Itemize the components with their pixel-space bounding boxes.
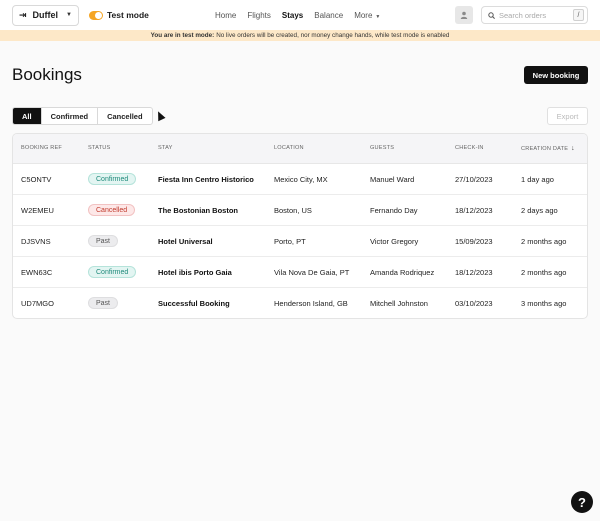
check-in-date: 27/10/2023 bbox=[455, 175, 493, 184]
location: Vila Nova De Gaia, PT bbox=[274, 268, 350, 277]
toggle-switch[interactable] bbox=[89, 10, 103, 20]
table-row[interactable]: W2EMEU Cancelled The Bostonian Boston Bo… bbox=[13, 195, 587, 226]
test-mode-toggle[interactable]: Test mode bbox=[89, 10, 149, 20]
location: Mexico City, MX bbox=[274, 175, 328, 184]
top-bar: ⇥ Duffel ▼ Test mode Home Flights Stays … bbox=[0, 0, 600, 30]
check-in-date: 18/12/2023 bbox=[455, 206, 493, 215]
org-switcher[interactable]: ⇥ Duffel ▼ bbox=[12, 4, 79, 26]
status-badge: Past bbox=[88, 235, 119, 247]
status-badge: Cancelled bbox=[88, 204, 136, 216]
page-header: Bookings New booking bbox=[12, 64, 588, 86]
test-mode-label: Test mode bbox=[107, 10, 149, 20]
check-in-date: 03/10/2023 bbox=[455, 299, 493, 308]
guest-name: Victor Gregory bbox=[370, 237, 419, 246]
bookings-table: BOOKING REF STATUS STAY LOCATION GUESTS … bbox=[12, 133, 588, 319]
help-button[interactable]: ? bbox=[571, 491, 593, 513]
status-badge: Confirmed bbox=[88, 173, 137, 185]
search-input[interactable] bbox=[499, 10, 569, 20]
stay-name: Hotel Universal bbox=[158, 237, 213, 246]
main-nav: Home Flights Stays Balance More ▼ bbox=[215, 0, 391, 30]
sort-arrow-down-icon[interactable]: ↓ bbox=[571, 145, 575, 152]
chevron-down-icon: ▼ bbox=[66, 12, 72, 18]
nav-stays[interactable]: Stays bbox=[282, 11, 303, 20]
filter-confirmed[interactable]: Confirmed bbox=[42, 108, 99, 124]
search-shortcut: / bbox=[573, 9, 584, 21]
col-booking-ref[interactable]: BOOKING REF bbox=[21, 145, 62, 151]
nav-home[interactable]: Home bbox=[215, 11, 236, 20]
table-row[interactable]: UD7MGO Past Successful Booking Henderson… bbox=[13, 288, 587, 318]
check-in-date: 15/09/2023 bbox=[455, 237, 493, 246]
banner-strong: You are in test mode: bbox=[150, 32, 215, 39]
creation-date: 2 months ago bbox=[521, 268, 567, 277]
banner-text: No live orders will be created, nor mone… bbox=[216, 32, 450, 39]
nav-more[interactable]: More ▼ bbox=[354, 11, 380, 20]
search-icon bbox=[488, 11, 495, 19]
location: Boston, US bbox=[274, 206, 312, 215]
status-badge: Confirmed bbox=[88, 266, 137, 278]
booking-ref: C5ONTV bbox=[21, 175, 52, 184]
guest-name: Fernando Day bbox=[370, 206, 418, 215]
table-header: BOOKING REF STATUS STAY LOCATION GUESTS … bbox=[13, 134, 587, 164]
search-box[interactable]: / bbox=[481, 6, 588, 24]
chevron-down-icon: ▼ bbox=[375, 13, 381, 20]
creation-date: 2 months ago bbox=[521, 237, 567, 246]
nav-more-label: More bbox=[354, 10, 373, 20]
guest-name: Manuel Ward bbox=[370, 175, 415, 184]
filter-cancelled[interactable]: Cancelled bbox=[98, 108, 151, 124]
table-row[interactable]: EWN63C Confirmed Hotel ibis Porto Gaia V… bbox=[13, 257, 587, 288]
col-creation-date[interactable]: CREATION DATE ↓ bbox=[521, 145, 575, 152]
mouse-cursor-icon bbox=[154, 109, 166, 122]
booking-ref: DJSVNS bbox=[21, 237, 51, 246]
creation-date: 1 day ago bbox=[521, 175, 554, 184]
page-title: Bookings bbox=[12, 65, 82, 84]
col-check-in[interactable]: CHECK-IN bbox=[455, 145, 484, 151]
new-booking-button[interactable]: New booking bbox=[524, 66, 588, 84]
export-button[interactable]: Export bbox=[547, 107, 588, 125]
booking-ref: EWN63C bbox=[21, 268, 53, 277]
table-row[interactable]: C5ONTV Confirmed Fiesta Inn Centro Histo… bbox=[13, 164, 587, 195]
stay-name: Fiesta Inn Centro Historico bbox=[158, 175, 254, 184]
col-location[interactable]: LOCATION bbox=[274, 145, 304, 151]
user-icon bbox=[460, 11, 468, 19]
stay-name: Hotel ibis Porto Gaia bbox=[158, 268, 232, 277]
location: Henderson Island, GB bbox=[274, 299, 348, 308]
booking-ref: W2EMEU bbox=[21, 206, 54, 215]
col-creation-date-label: CREATION DATE bbox=[521, 146, 569, 152]
user-menu-button[interactable] bbox=[455, 6, 473, 24]
col-status[interactable]: STATUS bbox=[88, 145, 110, 151]
status-filter-tabs: All Confirmed Cancelled bbox=[12, 107, 153, 125]
location: Porto, PT bbox=[274, 237, 306, 246]
stay-name: The Bostonian Boston bbox=[158, 206, 238, 215]
stay-name: Successful Booking bbox=[158, 299, 230, 308]
creation-date: 3 months ago bbox=[521, 299, 567, 308]
test-mode-banner: You are in test mode: No live orders wil… bbox=[0, 30, 600, 41]
check-in-date: 18/12/2023 bbox=[455, 268, 493, 277]
filter-all[interactable]: All bbox=[13, 108, 42, 124]
table-row[interactable]: DJSVNS Past Hotel Universal Porto, PT Vi… bbox=[13, 226, 587, 257]
nav-balance[interactable]: Balance bbox=[314, 11, 343, 20]
guest-name: Mitchell Johnston bbox=[370, 299, 428, 308]
duffel-logo-icon: ⇥ bbox=[19, 9, 27, 20]
guest-name: Amanda Rodriquez bbox=[370, 268, 435, 277]
org-name: Duffel bbox=[32, 10, 59, 20]
col-stay[interactable]: STAY bbox=[158, 145, 173, 151]
creation-date: 2 days ago bbox=[521, 206, 558, 215]
nav-flights[interactable]: Flights bbox=[247, 11, 271, 20]
status-badge: Past bbox=[88, 297, 119, 309]
col-guests[interactable]: GUESTS bbox=[370, 145, 394, 151]
booking-ref: UD7MGO bbox=[21, 299, 54, 308]
